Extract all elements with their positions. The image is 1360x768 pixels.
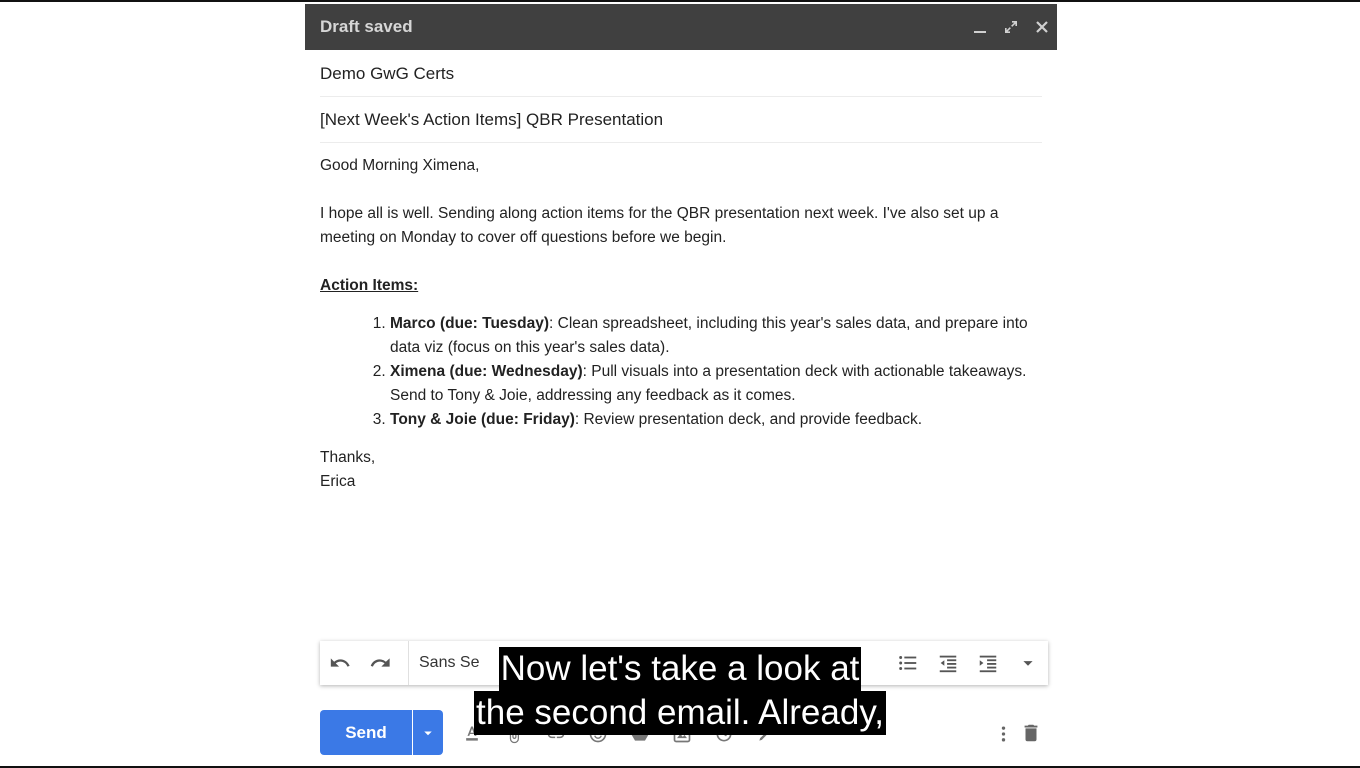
item-owner: Ximena (due: Wednesday) (390, 363, 583, 380)
list-item: Tony & Joie (due: Friday): Review presen… (390, 408, 1045, 432)
subtitle-line-1: Now let's take a look at (0, 647, 1360, 691)
subtitle-line-2: the second email. Already, (0, 691, 1360, 735)
list-item: Marco (due: Tuesday): Clean spreadsheet,… (390, 312, 1045, 360)
item-owner: Marco (due: Tuesday) (390, 315, 550, 332)
recipient-chip[interactable]: Demo GwG Certs (320, 64, 454, 84)
item-text: : Review presentation deck, and provide … (574, 411, 923, 428)
window-title: Draft saved (320, 17, 413, 36)
compose-titlebar: Draft saved (305, 4, 1057, 50)
subject-text: [Next Week's Action Items] QBR Presentat… (320, 109, 664, 129)
action-items-heading: Action Items: (320, 277, 419, 294)
subject-field[interactable]: [Next Week's Action Items] QBR Presentat… (320, 97, 1042, 143)
to-field[interactable]: Demo GwG Certs (320, 51, 1042, 97)
subtitle-text: the second email. Already, (474, 691, 886, 735)
action-items-list: Marco (due: Tuesday): Clean spreadsheet,… (320, 312, 1045, 432)
item-owner: Tony & Joie (due: Friday) (390, 411, 575, 428)
signature: Erica (320, 473, 356, 490)
signoff: Thanks, (320, 449, 376, 466)
message-body[interactable]: Good Morning Ximena, I hope all is well.… (320, 154, 1045, 494)
list-item: Ximena (due: Wednesday): Pull visuals in… (390, 360, 1045, 408)
close-icon[interactable] (1026, 4, 1057, 50)
minimize-icon[interactable] (964, 4, 995, 50)
greeting: Good Morning Ximena, (320, 157, 480, 174)
expand-icon[interactable] (995, 4, 1026, 50)
intro-paragraph: I hope all is well. Sending along action… (320, 205, 999, 246)
subtitle-text: Now let's take a look at (498, 647, 862, 691)
top-border (0, 0, 1360, 2)
